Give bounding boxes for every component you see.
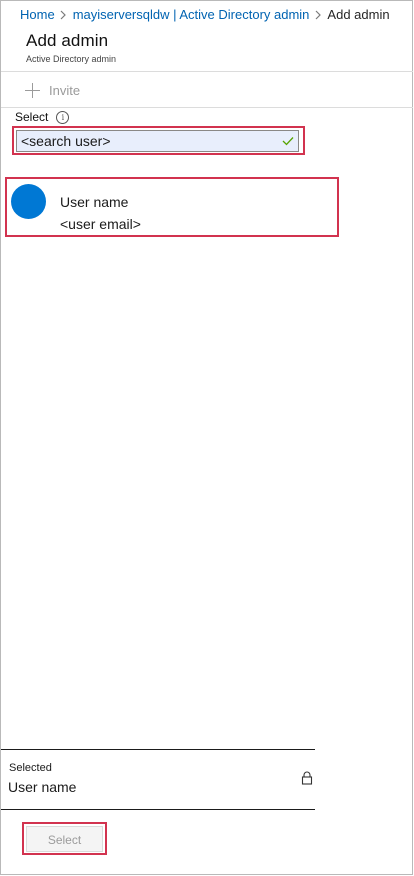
avatar [11, 184, 46, 219]
invite-label: Invite [49, 82, 81, 98]
select-label-row: Select i [15, 110, 70, 124]
user-email: <user email> [60, 216, 141, 232]
chevron-right-icon [55, 7, 73, 22]
user-row-highlight-box [5, 177, 339, 237]
search-input[interactable] [21, 133, 271, 149]
breadcrumb-server-link[interactable]: mayiserversqldw | Active Directory admin [73, 7, 310, 22]
invite-button[interactable]: Invite [25, 80, 80, 100]
lock-icon [301, 771, 313, 785]
search-field[interactable] [16, 130, 299, 152]
breadcrumb: Home mayiserversqldw | Active Directory … [20, 5, 390, 23]
select-button[interactable]: Select [26, 826, 103, 852]
toolbar-divider [1, 107, 413, 108]
selected-bottom-divider [1, 809, 315, 810]
select-label: Select [15, 110, 49, 124]
info-icon[interactable]: i [56, 110, 70, 124]
page-subtitle: Active Directory admin [26, 54, 117, 64]
selected-top-divider [1, 749, 315, 750]
plus-icon [25, 82, 40, 98]
breadcrumb-home-link[interactable]: Home [20, 7, 55, 22]
header-divider [1, 71, 413, 72]
page-title: Add admin [26, 31, 109, 50]
checkmark-icon [282, 137, 294, 146]
selected-user-name: User name [8, 779, 77, 795]
chevron-right-icon [309, 7, 327, 22]
user-name: User name [60, 194, 129, 210]
breadcrumb-current: Add admin [327, 6, 390, 22]
selected-heading: Selected [9, 762, 52, 774]
